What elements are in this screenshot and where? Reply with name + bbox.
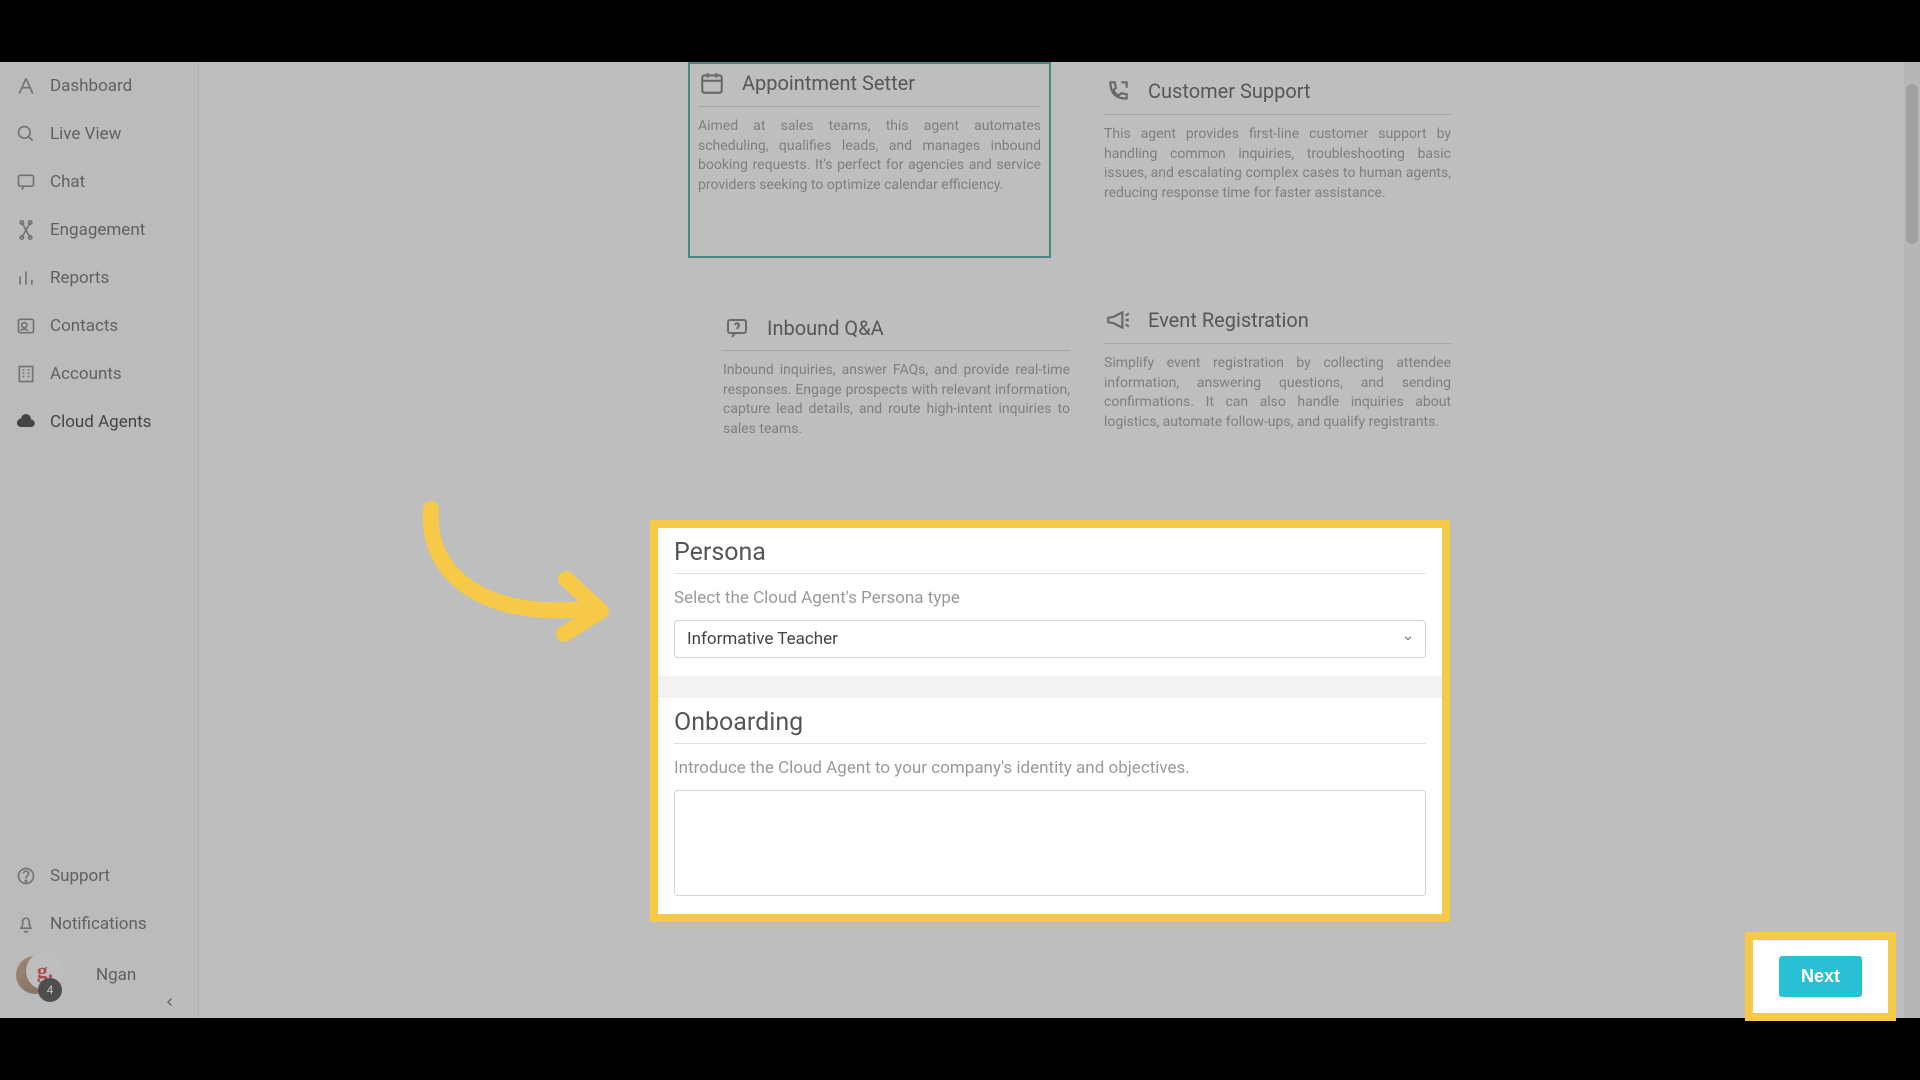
card-event-registration[interactable]: Event Registration Simplify event regist… — [1096, 301, 1459, 446]
select-value: Informative Teacher — [687, 629, 838, 649]
card-body: This agent provides first-line customer … — [1096, 115, 1459, 217]
card-body: Aimed at sales teams, this agent automat… — [690, 107, 1049, 209]
sidebar-item-reports[interactable]: Reports — [0, 254, 198, 302]
contact-card-icon — [16, 316, 50, 336]
sidebar-item-label: Accounts — [50, 364, 122, 384]
globe-search-icon — [16, 124, 50, 144]
sidebar-item-accounts[interactable]: Accounts — [0, 350, 198, 398]
card-title: Appointment Setter — [742, 71, 915, 95]
scrollbar-thumb[interactable] — [1906, 84, 1918, 244]
sidebar-item-dashboard[interactable]: Dashboard — [0, 62, 198, 110]
section-title: Onboarding — [674, 708, 1426, 744]
card-title: Event Registration — [1148, 308, 1309, 332]
section-subtitle: Select the Cloud Agent's Persona type — [674, 588, 1426, 608]
chat-icon — [16, 172, 50, 192]
sidebar-item-contacts[interactable]: Contacts — [0, 302, 198, 350]
card-body: Simplify event registration by collectin… — [1096, 344, 1459, 446]
next-button[interactable]: Next — [1779, 956, 1862, 997]
sidebar-item-cloud-agents[interactable]: Cloud Agents — [0, 398, 198, 446]
question-bubble-icon — [723, 316, 751, 340]
chevron-down-icon — [1403, 632, 1413, 646]
sidebar: Dashboard Live View Chat Engagement Repo… — [0, 62, 199, 1018]
section-subtitle: Introduce the Cloud Agent to your compan… — [674, 758, 1426, 778]
onboarding-textarea[interactable] — [674, 790, 1426, 896]
section-title: Persona — [674, 538, 1426, 574]
card-body: Inbound inquiries, answer FAQs, and prov… — [715, 351, 1078, 453]
next-button-highlight: Next — [1745, 932, 1896, 1021]
agent-type-cards: Appointment Setter Aimed at sales teams,… — [660, 62, 1450, 488]
calendar-icon — [698, 70, 726, 96]
app-screen: Dashboard Live View Chat Engagement Repo… — [0, 62, 1920, 1018]
persona-onboarding-highlight: Persona Select the Cloud Agent's Persona… — [650, 520, 1450, 922]
help-icon — [16, 866, 50, 886]
notification-badge: 4 — [38, 978, 62, 1002]
sidebar-item-label: Cloud Agents — [50, 412, 151, 432]
building-icon — [16, 364, 50, 384]
engagement-icon — [16, 220, 50, 240]
sidebar-item-engagement[interactable]: Engagement — [0, 206, 198, 254]
card-customer-support[interactable]: Customer Support This agent provides fir… — [1096, 72, 1459, 217]
sidebar-item-label: Support — [50, 866, 110, 886]
bell-icon — [16, 914, 50, 934]
persona-section: Persona Select the Cloud Agent's Persona… — [658, 528, 1442, 676]
sidebar-item-label: Dashboard — [50, 76, 132, 96]
annotation-arrow-icon — [416, 499, 616, 649]
card-title: Customer Support — [1148, 79, 1311, 103]
card-appointment-setter[interactable]: Appointment Setter Aimed at sales teams,… — [688, 62, 1051, 258]
card-inbound-qa[interactable]: Inbound Q&A Inbound inquiries, answer FA… — [715, 310, 1078, 453]
sidebar-item-label: Live View — [50, 124, 121, 144]
user-name: Ngan — [96, 965, 136, 985]
sidebar-item-label: Notifications — [50, 914, 147, 934]
sidebar-item-live-view[interactable]: Live View — [0, 110, 198, 158]
onboarding-section: Onboarding Introduce the Cloud Agent to … — [658, 698, 1442, 914]
scrollbar[interactable] — [1904, 62, 1920, 1018]
cloud-icon — [16, 412, 50, 432]
sidebar-item-label: Contacts — [50, 316, 118, 336]
sidebar-item-notifications[interactable]: Notifications — [0, 900, 198, 948]
sidebar-item-support[interactable]: Support — [0, 852, 198, 900]
logo-icon — [16, 76, 50, 96]
collapse-sidebar-chevron-icon[interactable] — [164, 996, 176, 1012]
card-title: Inbound Q&A — [767, 316, 884, 340]
persona-type-select[interactable]: Informative Teacher — [674, 620, 1426, 658]
section-divider — [658, 676, 1442, 698]
bar-chart-icon — [16, 268, 50, 288]
megaphone-icon — [1104, 307, 1132, 333]
sidebar-item-chat[interactable]: Chat — [0, 158, 198, 206]
sidebar-item-label: Reports — [50, 268, 109, 288]
phone-support-icon — [1104, 78, 1132, 104]
sidebar-item-label: Engagement — [50, 220, 145, 240]
sidebar-item-label: Chat — [50, 172, 85, 192]
